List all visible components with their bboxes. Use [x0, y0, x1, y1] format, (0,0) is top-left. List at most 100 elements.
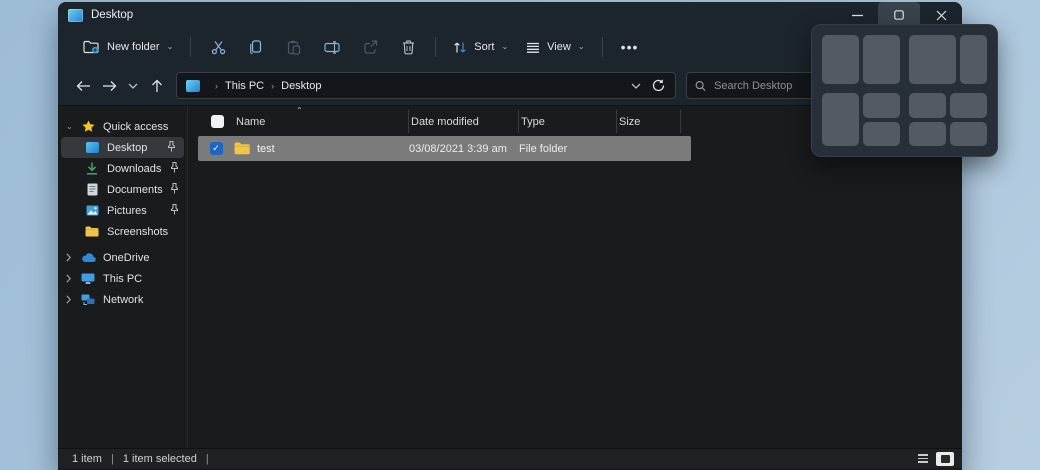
snap-zone[interactable]	[909, 35, 956, 84]
up-button[interactable]	[144, 73, 170, 99]
sidebar-item-documents[interactable]: Documents	[58, 179, 187, 200]
snap-layout-two-equal-columns[interactable]	[822, 35, 900, 84]
sidebar-item-network[interactable]: Network	[58, 289, 187, 310]
share-button[interactable]	[351, 34, 389, 60]
rename-button[interactable]	[313, 35, 351, 60]
breadcrumb-desktop[interactable]: Desktop	[281, 80, 321, 92]
network-icon	[80, 293, 96, 307]
folder-icon	[234, 142, 250, 155]
snap-zone[interactable]	[909, 121, 946, 146]
navigation-pane: ⌄ Quick access Desktop Downloads Documen…	[58, 106, 187, 448]
select-all-checkbox[interactable]	[198, 110, 234, 133]
pin-icon	[170, 162, 179, 173]
sort-icon	[453, 41, 467, 54]
sidebar-label: Documents	[107, 183, 163, 196]
sort-button[interactable]: Sort ⌄	[444, 35, 517, 60]
chevron-down-icon: ⌄	[166, 42, 174, 51]
snap-zone[interactable]	[909, 93, 946, 118]
snap-zone[interactable]	[950, 93, 987, 118]
new-folder-icon	[83, 40, 100, 54]
location-desktop-icon	[186, 79, 200, 92]
snap-layouts-flyout	[811, 24, 998, 157]
toolbar-divider	[190, 37, 192, 57]
app-folder-icon	[68, 8, 83, 22]
breadcrumb-this-pc[interactable]: This PC	[225, 80, 264, 92]
snap-zone[interactable]	[950, 121, 987, 146]
details-view-icon	[918, 454, 928, 463]
forward-button[interactable]	[96, 73, 122, 99]
file-row-test-selected[interactable]: ✓ test 03/08/2021 3:39 am File folder	[198, 136, 691, 161]
selected-count: 1 item selected	[122, 452, 197, 465]
see-more-icon: •••	[620, 39, 639, 55]
file-list-pane: ⌃ Name Date modified Type Size ✓ test 03…	[187, 106, 962, 448]
new-folder-label: New folder	[107, 41, 160, 53]
address-bar[interactable]: › This PC › Desktop	[176, 72, 676, 99]
sidebar-label: Downloads	[107, 162, 162, 175]
onedrive-cloud-icon	[80, 251, 96, 265]
snap-layout-wide-left[interactable]	[909, 35, 987, 84]
paste-clipboard-icon	[288, 40, 301, 55]
explorer-body: ⌄ Quick access Desktop Downloads Documen…	[58, 106, 962, 448]
chevron-right-icon	[66, 295, 80, 304]
sort-ascending-icon: ⌃	[296, 106, 303, 115]
breadcrumb-separator: ›	[271, 80, 275, 91]
sidebar-item-desktop[interactable]: Desktop	[61, 137, 184, 158]
search-icon	[695, 80, 706, 91]
sort-label: Sort	[474, 41, 495, 53]
snap-layout-four-quadrants[interactable]	[909, 93, 987, 146]
snap-layout-left-half-right-stacked[interactable]	[822, 93, 900, 146]
sidebar-item-this-pc[interactable]: This PC	[58, 268, 187, 289]
sidebar-item-downloads[interactable]: Downloads	[58, 158, 187, 179]
copy-icon	[250, 39, 262, 54]
desktop-icon	[84, 141, 100, 155]
recent-locations-button[interactable]	[122, 73, 144, 99]
address-dropdown-button[interactable]	[625, 73, 647, 99]
status-bar: 1 item | 1 item selected |	[58, 448, 962, 468]
large-icons-view-icon	[940, 454, 950, 463]
share-icon	[364, 40, 377, 54]
details-view-toggle[interactable]	[914, 452, 932, 466]
snap-zone[interactable]	[863, 35, 900, 84]
sidebar-item-quick-access[interactable]: ⌄ Quick access	[58, 116, 187, 137]
see-more-button[interactable]: •••	[611, 33, 649, 61]
column-header-date-modified[interactable]: Date modified	[409, 110, 519, 133]
column-header-type[interactable]: Type	[519, 110, 617, 133]
sidebar-label: Desktop	[107, 141, 148, 154]
snap-zone[interactable]	[959, 35, 987, 84]
column-header-size[interactable]: Size	[617, 110, 681, 133]
cut-button[interactable]	[199, 34, 237, 61]
cut-scissors-icon	[211, 40, 225, 54]
sidebar-item-onedrive[interactable]: OneDrive	[58, 247, 187, 268]
view-label: View	[547, 41, 571, 53]
view-icon	[526, 42, 540, 53]
snap-zone[interactable]	[863, 121, 900, 146]
window-title: Desktop	[91, 9, 134, 21]
view-toggles	[914, 451, 954, 466]
computer-icon	[80, 272, 96, 286]
pin-icon	[170, 204, 179, 215]
paste-button[interactable]	[275, 34, 313, 61]
sidebar-item-screenshots[interactable]: Screenshots	[58, 221, 187, 242]
large-icons-view-toggle[interactable]	[936, 451, 954, 466]
refresh-button[interactable]	[647, 73, 669, 99]
folder-icon	[84, 225, 100, 239]
toolbar-divider	[435, 37, 437, 57]
status-divider: |	[205, 452, 209, 465]
column-header-name[interactable]: Name	[234, 110, 409, 133]
row-checkbox-checked[interactable]: ✓	[209, 142, 223, 155]
delete-button[interactable]	[389, 34, 427, 61]
toolbar-divider	[601, 37, 603, 57]
item-count: 1 item	[72, 452, 102, 465]
snap-zone[interactable]	[822, 93, 859, 146]
copy-button[interactable]	[237, 34, 275, 61]
breadcrumb-separator: ›	[215, 80, 218, 91]
snap-zone[interactable]	[863, 93, 900, 118]
snap-zone[interactable]	[822, 35, 859, 84]
sidebar-item-pictures[interactable]: Pictures	[58, 200, 187, 221]
file-date-modified: 03/08/2021 3:39 am	[409, 142, 507, 155]
view-button[interactable]: View ⌄	[517, 35, 593, 59]
sidebar-label: Pictures	[107, 204, 147, 217]
new-folder-button[interactable]: New folder ⌄	[74, 34, 182, 60]
downloads-icon	[84, 162, 100, 176]
back-button[interactable]	[70, 73, 96, 99]
